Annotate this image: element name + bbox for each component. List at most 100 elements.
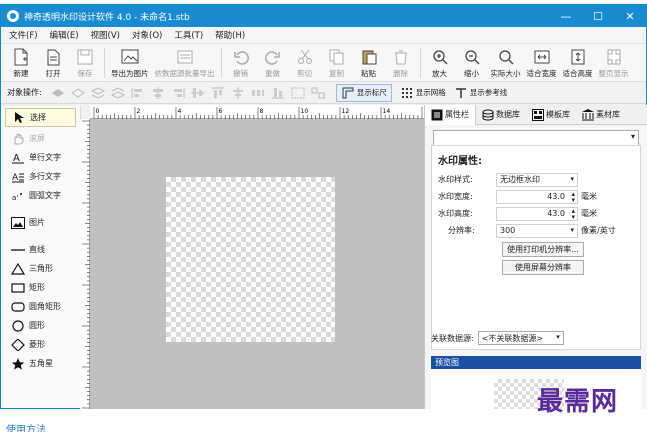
full-page-button[interactable]: 整页显示 — [599, 48, 629, 79]
undo-button[interactable]: 撤销 — [228, 48, 254, 79]
align-left-icon[interactable] — [131, 86, 145, 100]
align-center-icon[interactable] — [151, 86, 165, 100]
send-backward-icon[interactable] — [70, 86, 85, 100]
tool-scroll[interactable]: 滚屏 — [1, 129, 80, 148]
property-panel: 属性栏 数据库 模板库 素材库 水印属性: 水印样式: 无边框水印▾ 水印宽度:… — [424, 104, 647, 409]
maximize-button[interactable]: ☐ — [582, 5, 614, 27]
ungroup-icon[interactable] — [311, 86, 325, 100]
resolution-select[interactable]: 300 ▾ — [496, 223, 578, 238]
datasource-select[interactable]: <不关联数据源> ▾ — [477, 331, 564, 345]
width-row: 水印宽度: 43.0 ▴ ▾ 毫米 — [438, 189, 597, 204]
open-button[interactable]: 打开 — [40, 48, 66, 79]
grid-icon — [400, 86, 414, 100]
datasource-row: 关联数据源: <不关联数据源> ▾ — [431, 329, 641, 347]
open-folder-icon — [44, 48, 62, 66]
single-line-text-icon: A — [11, 152, 25, 164]
site-watermark: 最需网 — [537, 387, 619, 417]
watermark-style-select[interactable]: 无边框水印 ▾ — [496, 172, 578, 187]
tool-arc-text[interactable]: a' 圆弧文字 — [1, 186, 80, 205]
spinner-icon[interactable]: ▴ ▾ — [571, 207, 575, 220]
object-selector-combo[interactable] — [433, 130, 639, 146]
tool-line[interactable]: 直线 — [1, 240, 80, 259]
distribute-h-icon[interactable] — [251, 86, 265, 100]
align-middle-icon[interactable] — [231, 86, 245, 100]
show-grid-toggle[interactable]: 显示网格 — [400, 86, 446, 100]
tool-rounded-rectangle[interactable]: 圆角矩形 — [1, 297, 80, 316]
watermark-width-input[interactable]: 43.0 ▴ ▾ — [496, 189, 578, 204]
tool-circle[interactable]: 圆形 — [1, 316, 80, 335]
use-printer-resolution-button[interactable]: 使用打印机分辨率... — [502, 242, 584, 257]
zoom-out-button[interactable]: 缩小 — [459, 48, 485, 79]
ruler-label: 12 — [342, 108, 350, 115]
tab-templates[interactable]: 模板库 — [526, 105, 576, 125]
properties-icon — [431, 109, 443, 121]
bring-forward-icon[interactable] — [51, 86, 65, 100]
hand-icon — [11, 133, 25, 145]
menu-help[interactable]: 帮助(H) — [215, 29, 245, 41]
tool-star[interactable]: 五角星 — [1, 354, 80, 373]
tool-multi-line-text[interactable]: A 多行文字 — [1, 167, 80, 186]
vertical-ruler — [80, 119, 90, 409]
style-row: 水印样式: 无边框水印 ▾ — [438, 171, 634, 188]
delete-button[interactable]: 删除 — [388, 48, 414, 79]
fit-width-icon — [533, 48, 551, 66]
actual-size-button[interactable]: 实际大小 — [491, 48, 521, 79]
panel-tabs: 属性栏 数据库 模板库 素材库 — [425, 104, 647, 125]
use-screen-resolution-button[interactable]: 使用屏幕分辨率 — [502, 260, 584, 275]
spinner-icon[interactable]: ▴ ▾ — [571, 190, 575, 203]
tool-rectangle[interactable]: 矩形 — [1, 278, 80, 297]
align-vcenter-icon[interactable] — [190, 86, 205, 100]
align-bottom-icon[interactable] — [271, 86, 285, 100]
redo-button[interactable]: 重做 — [260, 48, 286, 79]
tool-diamond[interactable]: 菱形 — [1, 335, 80, 354]
group-icon[interactable] — [291, 86, 305, 100]
image-icon — [11, 216, 25, 229]
tool-single-line-text[interactable]: A 单行文字 — [1, 148, 80, 167]
tool-select[interactable]: 选择 — [5, 108, 76, 127]
save-button[interactable]: 保存 — [72, 48, 98, 79]
chevron-down-icon: ▾ — [570, 225, 574, 234]
batch-export-button[interactable]: 依数据源批量导出 — [155, 48, 215, 79]
tab-materials[interactable]: 素材库 — [576, 105, 626, 125]
tab-properties[interactable]: 属性栏 — [425, 104, 476, 125]
ruler-label: 8 — [260, 108, 264, 115]
align-right-icon[interactable] — [171, 86, 185, 100]
show-guides-toggle[interactable]: 显示参考线 — [454, 86, 507, 100]
fit-height-button[interactable]: 适合高度 — [563, 48, 593, 79]
menu-bar: 文件(F) 编辑(E) 视图(V) 对象(O) 工具(T) 帮助(H) — [1, 27, 646, 44]
actual-size-icon — [497, 48, 515, 66]
watermark-height-input[interactable]: 43.0 ▴ ▾ — [496, 206, 578, 221]
tab-database[interactable]: 数据库 — [476, 105, 526, 125]
menu-file[interactable]: 文件(F) — [9, 29, 38, 41]
align-top-icon[interactable] — [211, 86, 225, 100]
menu-view[interactable]: 视图(V) — [91, 29, 120, 41]
fit-width-button[interactable]: 适合宽度 — [527, 48, 557, 79]
minimize-button[interactable]: — — [550, 5, 582, 27]
arrow-pointer-icon — [12, 111, 26, 124]
multi-line-text-icon: A — [11, 171, 25, 183]
menu-tools[interactable]: 工具(T) — [174, 29, 203, 41]
layer-up-icon[interactable] — [90, 86, 105, 100]
export-image-button[interactable]: 导出为图片 — [111, 48, 149, 79]
watermark-properties: 水印属性: 水印样式: 无边框水印 ▾ 水印宽度: 43.0 ▴ ▾ 毫米 水印高度:… — [431, 145, 641, 350]
export-image-icon — [121, 48, 139, 66]
circle-icon — [11, 319, 25, 332]
layer-down-icon[interactable] — [110, 86, 125, 100]
ruler-label: 14 — [383, 108, 391, 115]
zoom-in-button[interactable]: 放大 — [427, 48, 453, 79]
watermark-transparent-area[interactable] — [166, 177, 335, 342]
menu-edit[interactable]: 编辑(E) — [50, 29, 79, 41]
cut-button[interactable]: 剪切 — [292, 48, 318, 79]
tool-image[interactable]: 图片 — [1, 213, 80, 232]
show-ruler-toggle[interactable]: 显示标尺 — [335, 83, 392, 102]
diamond-icon — [11, 338, 25, 351]
paste-button[interactable]: 粘贴 — [356, 48, 382, 79]
batch-export-icon — [176, 48, 194, 66]
copy-button[interactable]: 复制 — [324, 48, 350, 79]
usage-link[interactable]: 使用方法 — [6, 421, 46, 432]
ruler-icon — [341, 86, 355, 100]
tool-triangle[interactable]: 三角形 — [1, 259, 80, 278]
new-button[interactable]: 新建 — [8, 48, 34, 79]
close-button[interactable]: ✕ — [614, 5, 646, 27]
menu-object[interactable]: 对象(O) — [132, 29, 162, 41]
